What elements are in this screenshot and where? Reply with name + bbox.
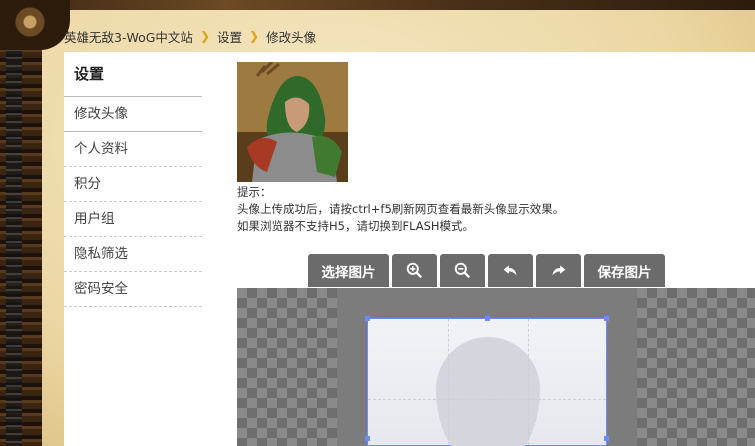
crop-grid-line [448,319,449,445]
main-content: 设置 修改头像 个人资料 积分 用户组 隐私筛选 密码安全 提示： 头像上传成功… [64,52,755,446]
avatar-crop-canvas[interactable] [237,288,755,446]
breadcrumb-settings-link[interactable]: 设置 [217,27,242,46]
crop-handle-top-right[interactable] [604,316,609,321]
current-avatar-image [237,62,348,182]
breadcrumb: 英雄无敌3-WoG中文站 ❯ 设置 ❯ 修改头像 [64,26,316,46]
hint-line-refresh: 头像上传成功后，请按ctrl+f5刷新网页查看最新头像显示效果。 [237,202,565,216]
save-image-button[interactable]: 保存图片 [584,254,665,287]
zoom-in-button[interactable] [392,254,437,287]
crop-handle-left[interactable] [365,436,370,441]
sidebar-item-credits[interactable]: 积分 [64,167,202,202]
hint-label: 提示： [237,185,272,199]
crop-handle-right[interactable] [604,436,609,441]
rotate-right-button[interactable] [536,254,581,287]
crop-handle-top[interactable] [485,316,490,321]
chevron-right-icon: ❯ [249,29,260,43]
sidebar-item-privacy[interactable]: 隐私筛选 [64,237,202,272]
avatar-illustration [237,62,348,182]
sidebar-item-password[interactable]: 密码安全 [64,272,202,307]
frame-left-border [0,0,42,446]
crop-grid-line [528,319,529,445]
settings-sidebar: 设置 修改头像 个人资料 积分 用户组 隐私筛选 密码安全 [64,52,202,307]
frame-corner-ornament [0,0,70,50]
avatar-editor-toolbar: 选择图片 保存图片 [308,254,665,287]
crop-handle-top-left[interactable] [365,316,370,321]
breadcrumb-current-page[interactable]: 修改头像 [266,27,316,46]
hint-line-flash: 如果浏览器不支持H5，请切换到FLASH模式。 [237,219,475,233]
rotate-right-icon [552,265,566,276]
default-avatar-silhouette [436,337,540,446]
chevron-right-icon: ❯ [199,29,210,43]
rotate-left-button[interactable] [488,254,533,287]
zoom-in-icon [406,262,423,279]
select-image-button[interactable]: 选择图片 [308,254,389,287]
sidebar-item-profile[interactable]: 个人资料 [64,132,202,167]
crop-selection-box[interactable] [365,316,609,446]
zoom-out-button[interactable] [440,254,485,287]
upload-hint: 提示： 头像上传成功后，请按ctrl+f5刷新网页查看最新头像显示效果。 如果浏… [237,184,564,235]
sidebar-item-usergroup[interactable]: 用户组 [64,202,202,237]
sidebar-title: 设置 [64,52,202,97]
sidebar-item-avatar[interactable]: 修改头像 [64,97,202,132]
crop-grid-line [368,399,606,400]
zoom-out-icon [454,262,471,279]
rotate-left-icon [503,265,517,276]
breadcrumb-site-link[interactable]: 英雄无敌3-WoG中文站 [64,27,193,46]
